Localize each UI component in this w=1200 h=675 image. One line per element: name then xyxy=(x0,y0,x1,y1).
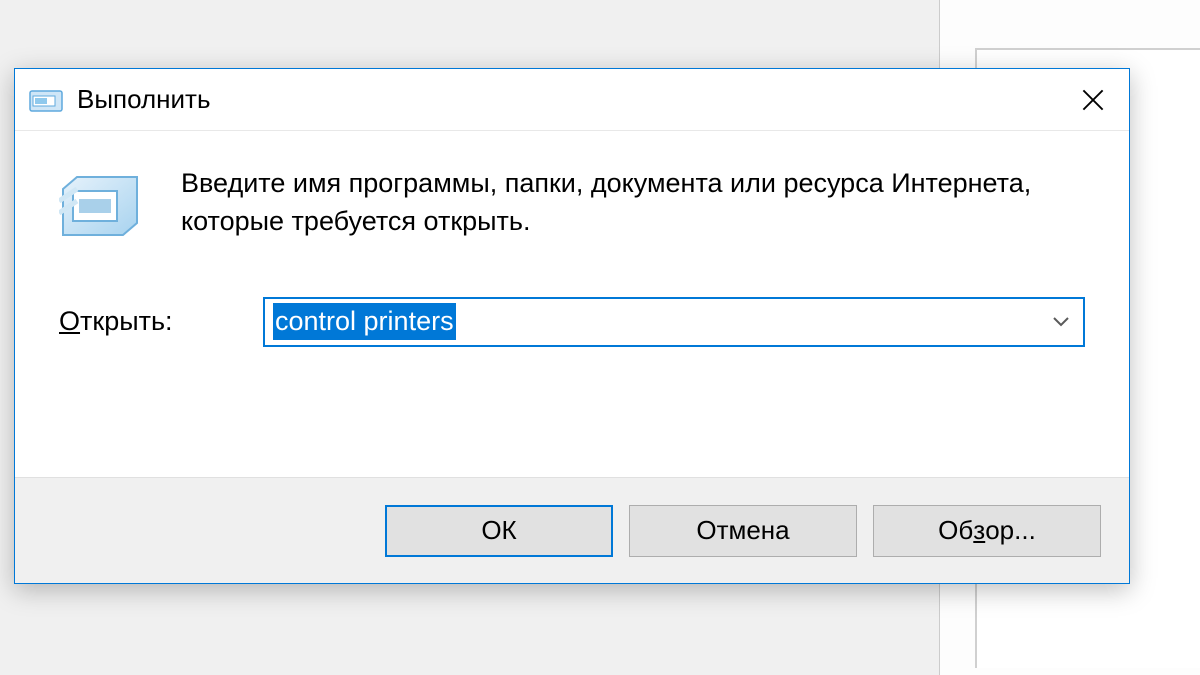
open-input-value: control printers xyxy=(273,303,456,339)
ok-button[interactable]: ОК xyxy=(385,505,613,557)
cancel-button[interactable]: Отмена xyxy=(629,505,857,557)
run-titlebar-icon xyxy=(29,87,63,113)
titlebar[interactable]: Выполнить xyxy=(15,69,1129,131)
open-combobox[interactable]: control printers xyxy=(263,297,1085,347)
open-label: Открыть: xyxy=(59,306,263,337)
chevron-down-icon xyxy=(1052,316,1070,328)
run-large-icon xyxy=(59,169,141,239)
dialog-title: Выполнить xyxy=(77,84,1057,115)
run-dialog: Выполнить xyxy=(14,68,1130,584)
combobox-dropdown-button[interactable] xyxy=(1039,299,1083,345)
open-input-row: Открыть: control printers xyxy=(59,297,1085,347)
close-button[interactable] xyxy=(1057,69,1129,131)
dialog-description: Введите имя программы, папки, документа … xyxy=(181,165,1085,241)
open-input[interactable]: control printers xyxy=(265,299,1039,345)
dialog-body: Введите имя программы, папки, документа … xyxy=(15,131,1129,347)
info-row: Введите имя программы, папки, документа … xyxy=(59,165,1085,241)
button-row: ОК Отмена Обзор... xyxy=(15,477,1129,583)
browse-button[interactable]: Обзор... xyxy=(873,505,1101,557)
